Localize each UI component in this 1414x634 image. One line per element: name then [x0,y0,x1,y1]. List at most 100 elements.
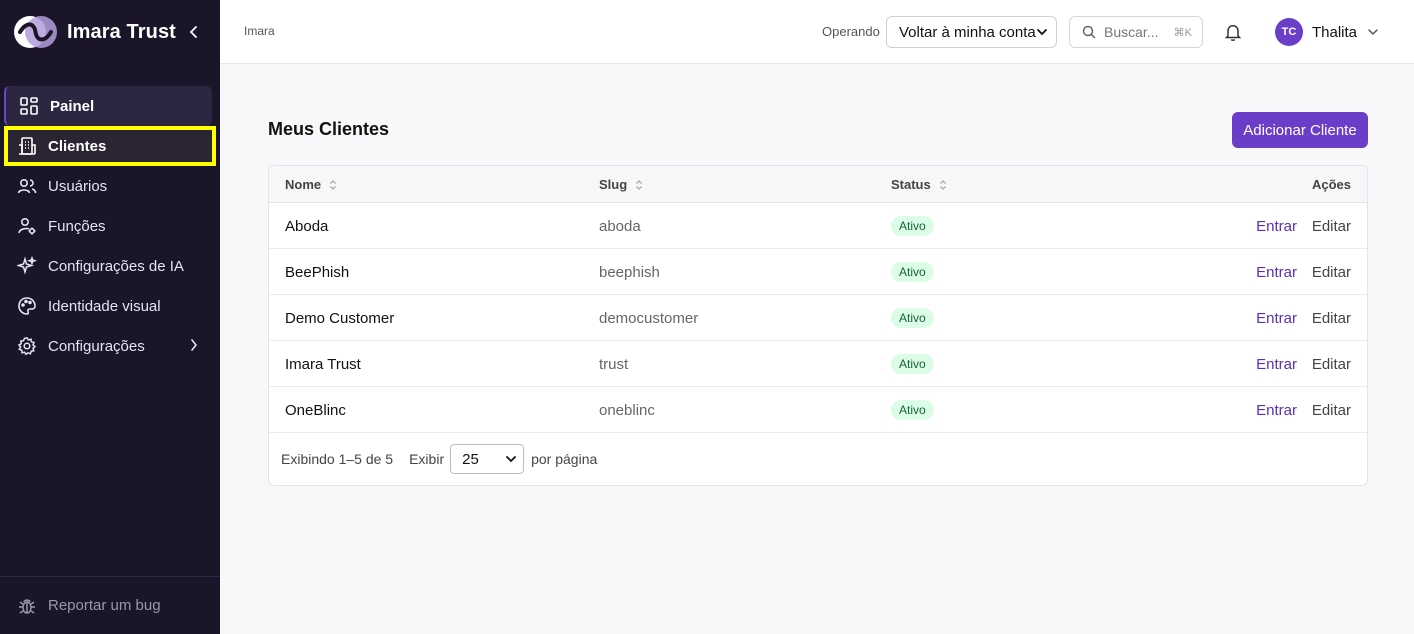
status-badge: Ativo [891,354,934,374]
sparkles-icon [16,255,38,277]
column-header-status[interactable]: Status [891,177,947,192]
top-header: Imara Operando Voltar à minha conta Busc… [220,0,1414,64]
client-slug: oneblinc [599,402,655,419]
pagination-summary: Exibindo 1–5 de 5 [281,451,394,467]
client-slug: beephish [599,264,660,281]
column-header-actions: Ações [1312,177,1351,192]
gear-icon [16,335,38,357]
sidebar-item-label: Usuários [48,177,108,195]
user-name: Thalita [1312,23,1358,41]
status-badge: Ativo [891,308,934,328]
sidebar-item-label: Painel [50,97,95,115]
status-badge: Ativo [891,262,934,282]
search-shortcut: ⌘K [1173,27,1192,39]
client-slug: democustomer [599,310,699,327]
notifications-button[interactable] [1221,20,1245,44]
enter-link[interactable]: Entrar [1256,402,1297,419]
sidebar: Imara Trust Painel Clientes Usuários Fun… [0,0,220,634]
column-header-name[interactable]: Nome [285,177,337,192]
table-row: Aboda aboda Ativo Entrar Editar [269,203,1367,249]
table-header: Nome Slug Status Ações [269,166,1367,203]
table-row: BeePhish beephish Ativo Entrar Editar [269,249,1367,295]
sidebar-item-clientes[interactable]: Clientes [4,126,216,166]
sort-icon [635,179,643,191]
client-slug: trust [599,356,629,373]
bug-icon [16,595,38,617]
user-menu[interactable]: TC Thalita [1275,18,1379,46]
chevron-down-icon [1037,29,1047,36]
status-badge: Ativo [891,216,934,236]
sidebar-item-label: Identidade visual [48,297,161,315]
edit-link[interactable]: Editar [1312,402,1351,419]
users-icon [16,175,38,197]
edit-link[interactable]: Editar [1312,264,1351,281]
client-slug: aboda [599,218,641,235]
status-badge: Ativo [891,400,934,420]
chevron-left-icon [189,26,197,38]
sidebar-item-label: Configurações de IA [48,257,184,275]
sidebar-item-usuarios[interactable]: Usuários [0,166,220,206]
operating-label: Operando [822,24,880,39]
edit-link[interactable]: Editar [1312,356,1351,373]
sidebar-item-config-ia[interactable]: Configurações de IA [0,246,220,286]
enter-link[interactable]: Entrar [1256,218,1297,235]
page-title: Meus Clientes [268,119,390,139]
edit-link[interactable]: Editar [1312,310,1351,327]
bell-icon [1224,25,1242,41]
per-page-value: 25 [462,450,479,468]
enter-link[interactable]: Entrar [1256,356,1297,373]
brand-name: Imara Trust [67,20,176,43]
per-page-select[interactable]: 25 [450,444,525,474]
report-bug-label: Reportar um bug [48,597,161,614]
column-label: Slug [599,177,628,192]
sidebar-item-label: Funções [48,217,106,235]
sidebar-nav: Painel Clientes Usuários Funções Configu… [0,86,220,366]
client-name: Imara Trust [285,356,361,373]
search-icon [1082,25,1096,39]
column-label: Ações [1311,177,1351,192]
brand[interactable]: Imara Trust [12,14,176,50]
search-placeholder: Buscar... [1104,24,1159,40]
client-name: Aboda [285,218,329,235]
chevron-right-icon [191,339,198,351]
building-icon [16,135,38,157]
column-label: Nome [285,177,322,192]
sidebar-item-configuracoes[interactable]: Configurações [0,326,220,366]
table-row: OneBlinc oneblinc Ativo Entrar Editar [269,387,1367,433]
palette-icon [16,295,38,317]
logo-icon [14,16,57,48]
clients-table: Nome Slug Status Ações Aboda aboda Ativo… [268,165,1368,486]
sidebar-item-label: Configurações [48,337,145,355]
search-input[interactable]: Buscar... ⌘K [1069,16,1203,48]
report-bug-link[interactable]: Reportar um bug [0,576,220,634]
user-role-icon [16,215,38,237]
breadcrumb[interactable]: Imara [244,24,275,38]
collapse-sidebar-button[interactable] [184,22,204,42]
per-page-label: Exibir [409,451,445,467]
chevron-down-icon [1367,26,1379,38]
column-header-slug[interactable]: Slug [599,177,643,192]
avatar: TC [1275,18,1303,46]
sidebar-item-identidade-visual[interactable]: Identidade visual [0,286,220,326]
sort-icon [329,179,337,191]
sidebar-item-funcoes[interactable]: Funções [0,206,220,246]
enter-link[interactable]: Entrar [1256,310,1297,327]
sidebar-item-painel[interactable]: Painel [4,86,212,126]
add-client-button[interactable]: Adicionar Cliente [1232,112,1368,148]
per-page-suffix: por página [531,451,598,467]
edit-link[interactable]: Editar [1312,218,1351,235]
client-name: BeePhish [285,264,350,281]
dashboard-icon [18,95,40,117]
table-row: Imara Trust trust Ativo Entrar Editar [269,341,1367,387]
sort-icon [939,179,947,191]
operating-account-value: Voltar à minha conta [899,23,1036,41]
sidebar-item-label: Clientes [48,137,107,155]
client-name: OneBlinc [285,402,346,419]
table-row: Demo Customer democustomer Ativo Entrar … [269,295,1367,341]
column-label: Status [891,177,931,192]
pagination-bar: Exibindo 1–5 de 5 Exibir 25 por página [269,433,1367,485]
client-name: Demo Customer [285,310,395,327]
chevron-down-icon [506,456,517,463]
operating-account-select[interactable]: Voltar à minha conta [886,16,1057,48]
enter-link[interactable]: Entrar [1256,264,1297,281]
